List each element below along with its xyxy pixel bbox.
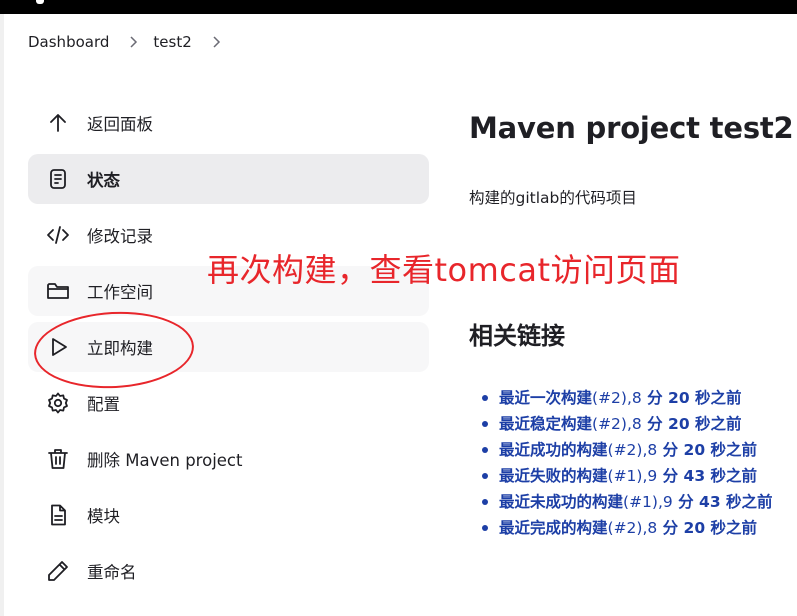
- chevron-right-icon[interactable]: [212, 36, 222, 48]
- permalink-build: (#2),8: [607, 441, 658, 459]
- list-item: 最近成功的构建(#2),8 分 20 秒之前: [482, 437, 773, 463]
- permalink-age: 分 20 秒之前: [641, 415, 742, 433]
- document-icon: [45, 166, 71, 192]
- sidebar-item-back-to-dashboard[interactable]: 返回面板: [28, 98, 429, 148]
- permalink-age: 分 43 秒之前: [657, 467, 758, 485]
- annotation-text: 再次构建，查看tomcat访问页面: [207, 251, 681, 289]
- list-item: 最近完成的构建(#2),8 分 20 秒之前: [482, 515, 773, 541]
- list-item: 最近失败的构建(#1),9 分 43 秒之前: [482, 463, 773, 489]
- permalink-build: (#2),8: [592, 389, 642, 407]
- sidebar-item-label: 模块: [87, 507, 120, 526]
- breadcrumb-test2[interactable]: test2: [153, 33, 191, 51]
- sidebar-item-label: 配置: [87, 395, 120, 414]
- permalink-last-build[interactable]: 最近一次构建(#2),8 分 20 秒之前: [499, 389, 742, 407]
- permalink-last-stable-build[interactable]: 最近稳定构建(#2),8 分 20 秒之前: [499, 415, 742, 433]
- pencil-icon: [45, 558, 71, 584]
- permalink-build: (#1),9: [623, 493, 673, 511]
- sidebar-tasks: 返回面板 状态 修改记录 工作空间 立即构建 配置 删除 Maven proje…: [28, 98, 429, 602]
- jenkins-logo-icon[interactable]: [36, 0, 44, 4]
- sidebar-item-label: 状态: [87, 171, 120, 190]
- permalinks-list: 最近一次构建(#2),8 分 20 秒之前 最近稳定构建(#2),8 分 20 …: [482, 385, 773, 541]
- sidebar-item-label: 工作空间: [87, 283, 153, 302]
- gear-icon: [45, 390, 71, 416]
- sidebar-item-label: 立即构建: [87, 339, 153, 358]
- sidebar-item-build-now[interactable]: 立即构建: [28, 322, 429, 372]
- permalink-name: 最近成功的构建: [499, 441, 608, 459]
- sidebar-item-configure[interactable]: 配置: [28, 378, 429, 428]
- list-item: 最近稳定构建(#2),8 分 20 秒之前: [482, 411, 773, 437]
- permalink-age: 分 20 秒之前: [657, 441, 758, 459]
- sidebar-item-status[interactable]: 状态: [28, 154, 429, 204]
- play-icon: [45, 334, 71, 360]
- sidebar-item-rename[interactable]: 重命名: [28, 546, 429, 596]
- sidebar-item-modules[interactable]: 模块: [28, 490, 429, 540]
- permalink-last-failed-build[interactable]: 最近失败的构建(#1),9 分 43 秒之前: [499, 467, 757, 485]
- left-edge-strip: [0, 14, 4, 616]
- permalink-last-completed-build[interactable]: 最近完成的构建(#2),8 分 20 秒之前: [499, 519, 757, 537]
- permalinks-heading: 相关链接: [469, 322, 565, 350]
- sidebar-item-label: 修改记录: [87, 227, 153, 246]
- list-item: 最近一次构建(#2),8 分 20 秒之前: [482, 385, 773, 411]
- arrow-up-icon: [45, 110, 71, 136]
- permalink-name: 最近稳定构建: [499, 415, 593, 433]
- sidebar-item-label: 返回面板: [87, 115, 153, 134]
- page-title: Maven project test2: [469, 111, 794, 145]
- code-icon: [45, 222, 71, 248]
- permalink-age: 分 20 秒之前: [641, 389, 742, 407]
- permalink-last-unsuccessful-build[interactable]: 最近未成功的构建(#1),9 分 43 秒之前: [499, 493, 773, 511]
- chevron-right-icon[interactable]: [129, 36, 139, 48]
- file-icon: [45, 502, 71, 528]
- permalink-name: 最近完成的构建: [499, 519, 608, 537]
- breadcrumb: Dashboard test2: [28, 31, 236, 53]
- sidebar-item-label: 删除 Maven project: [87, 451, 243, 470]
- permalink-build: (#2),8: [607, 519, 658, 537]
- permalink-age: 分 43 秒之前: [672, 493, 773, 511]
- breadcrumb-dashboard[interactable]: Dashboard: [28, 33, 109, 51]
- permalink-age: 分 20 秒之前: [657, 519, 758, 537]
- sidebar-item-delete-project[interactable]: 删除 Maven project: [28, 434, 429, 484]
- project-description: 构建的gitlab的代码项目: [469, 189, 637, 207]
- permalink-build: (#2),8: [592, 415, 642, 433]
- permalink-name: 最近未成功的构建: [499, 493, 624, 511]
- permalink-name: 最近一次构建: [499, 389, 593, 407]
- folder-icon: [45, 278, 71, 304]
- top-header-bar: [0, 0, 797, 14]
- sidebar-item-label: 重命名: [87, 563, 137, 582]
- permalink-last-successful-build[interactable]: 最近成功的构建(#2),8 分 20 秒之前: [499, 441, 757, 459]
- permalink-build: (#1),9: [607, 467, 658, 485]
- trash-icon: [45, 446, 71, 472]
- list-item: 最近未成功的构建(#1),9 分 43 秒之前: [482, 489, 773, 515]
- permalink-name: 最近失败的构建: [499, 467, 608, 485]
